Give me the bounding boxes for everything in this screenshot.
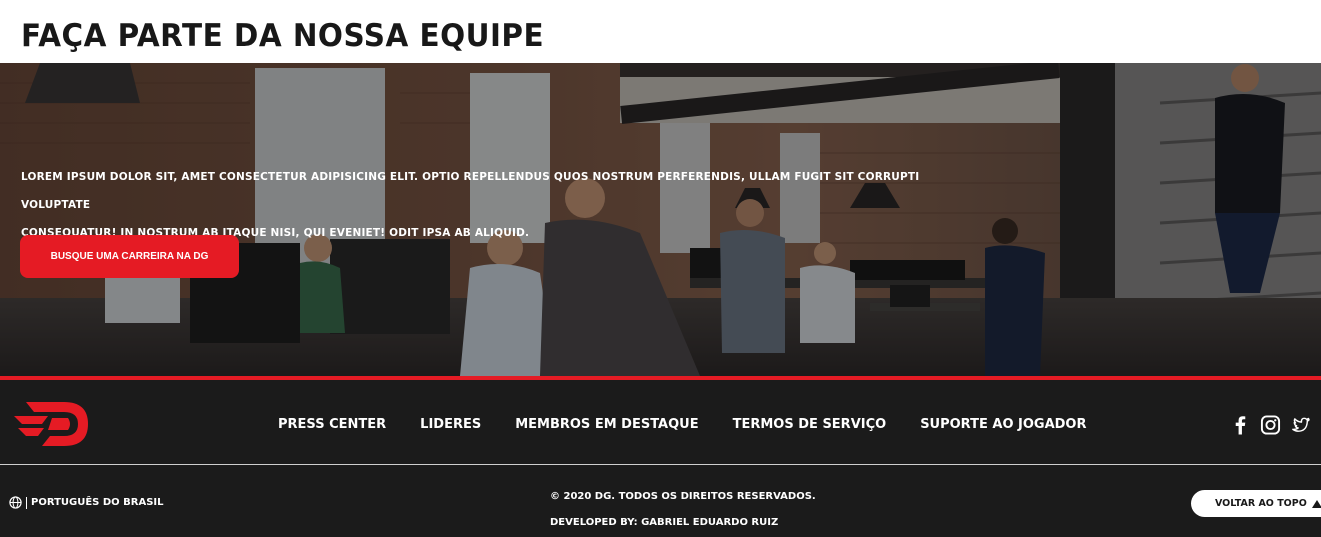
footer-divider [0,464,1321,465]
language-separator [26,496,27,509]
twitter-icon[interactable] [1290,414,1311,436]
instagram-icon[interactable] [1260,414,1281,436]
developer-credit: DEVELOPED BY: GABRIEL EDUARDO RUIZ [550,517,779,528]
nav-termos-de-servico[interactable]: TERMOS DE SERVIÇO [733,417,887,432]
copyright-text: © 2020 DG. TODOS OS DIREITOS RESERVADOS. [550,491,816,502]
hero-text-line-1: LOREM IPSUM DOLOR SIT, AMET CONSECTETUR … [21,171,920,211]
copyright-block: © 2020 DG. TODOS OS DIREITOS RESERVADOS.… [550,484,816,536]
nav-lideres[interactable]: LIDERES [420,417,481,432]
footer: PRESS CENTER LIDERES MEMBROS EM DESTAQUE… [0,376,1321,537]
dg-logo[interactable] [12,396,92,450]
globe-icon [9,496,22,509]
facebook-icon[interactable] [1230,414,1251,436]
arrow-up-icon [1311,499,1321,508]
social-links [1230,414,1311,436]
back-to-top-button[interactable]: VOLTAR AO TOPO [1191,490,1321,517]
back-to-top-label: VOLTAR AO TOPO [1215,498,1307,509]
title-bar: FAÇA PARTE DA NOSSA EQUIPE [0,0,1321,63]
page-title: FAÇA PARTE DA NOSSA EQUIPE [21,18,545,54]
search-career-button[interactable]: BUSQUE UMA CARREIRA NA DG [20,235,239,278]
nav-press-center[interactable]: PRESS CENTER [278,417,386,432]
nav-membros-em-destaque[interactable]: MEMBROS EM DESTAQUE [515,417,698,432]
footer-nav: PRESS CENTER LIDERES MEMBROS EM DESTAQUE… [278,417,1087,432]
hero-banner: LOREM IPSUM DOLOR SIT, AMET CONSECTETUR … [0,63,1321,376]
nav-suporte-ao-jogador[interactable]: SUPORTE AO JOGADOR [920,417,1086,432]
language-label: PORTUGUÊS DO BRASIL [31,497,164,508]
language-selector[interactable]: PORTUGUÊS DO BRASIL [9,496,164,509]
